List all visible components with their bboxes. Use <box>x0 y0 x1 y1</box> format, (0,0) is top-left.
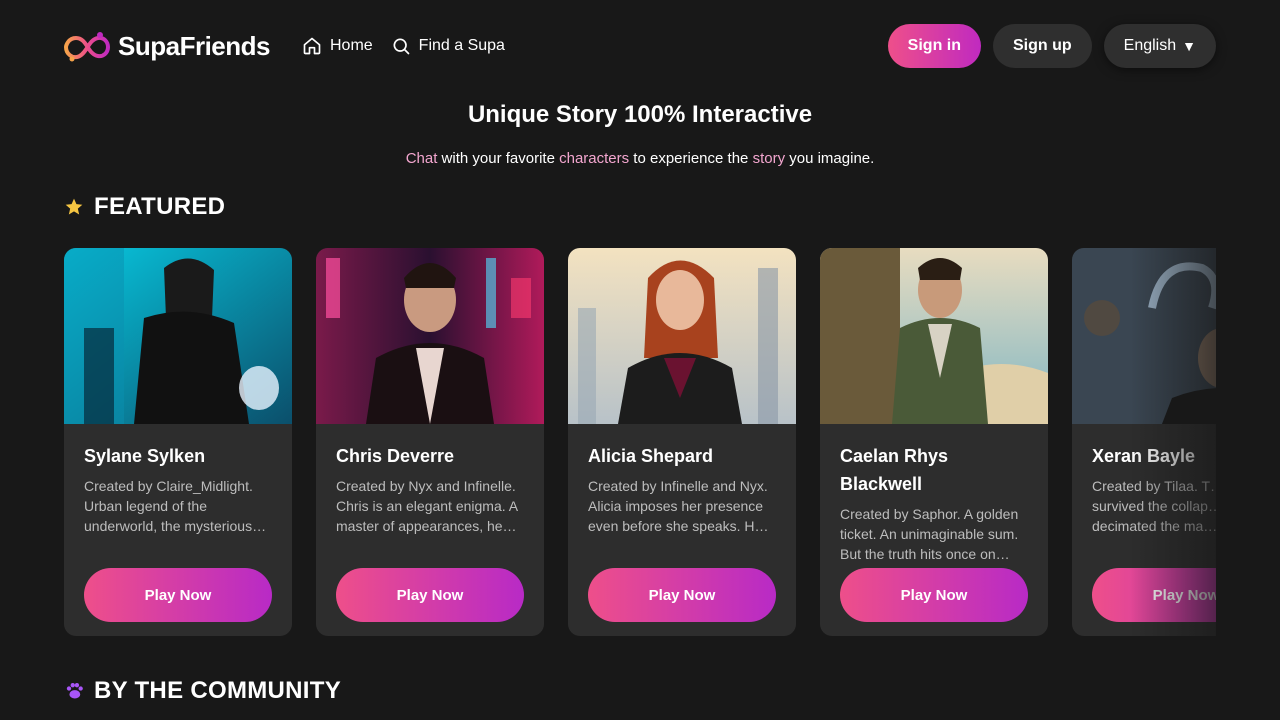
star-icon <box>65 198 83 215</box>
play-now-button[interactable]: Play Now <box>840 568 1028 622</box>
character-image <box>64 248 292 424</box>
language-label: English <box>1123 37 1177 54</box>
hero-text-3: you imagine. <box>785 150 875 167</box>
character-card[interactable]: Xeran Bayle Created by Tilaa. T… survive… <box>1072 248 1216 636</box>
character-name: Sylane Sylken <box>84 446 206 466</box>
search-icon <box>393 38 410 55</box>
hero-text-2: to experience the <box>629 150 753 167</box>
home-icon <box>303 37 321 55</box>
hero-word-story: story <box>752 150 786 167</box>
sign-in-button[interactable]: Sign in <box>887 24 981 68</box>
nav-find-supa[interactable]: Find a Supa <box>391 36 505 56</box>
infinity-logo-icon <box>64 32 110 62</box>
character-description: Created by Saphor. A golden ticket. An u… <box>840 506 1019 562</box>
hero-word-chat: Chat <box>405 150 438 167</box>
character-image <box>568 248 796 424</box>
hero-title: Unique Story 100% Interactive <box>467 101 813 128</box>
hero-text-1: with your favorite <box>437 150 560 167</box>
character-name: Caelan Rhys Blackwell <box>840 446 949 494</box>
community-title-text: BY THE COMMUNITY <box>94 677 342 704</box>
logo-text: SupaFriends <box>118 30 270 61</box>
character-image <box>1072 248 1216 424</box>
community-section-title: BY THE COMMUNITY <box>64 677 341 705</box>
character-description: Created by Claire_Midlight. Urban legend… <box>84 478 267 534</box>
nav-home[interactable]: Home <box>302 36 373 56</box>
header-actions: Sign in Sign up English ▼ <box>887 24 1216 68</box>
hero-subtitle: Chat with your favorite characters to ex… <box>0 150 1280 167</box>
character-name: Chris Deverre <box>336 446 455 466</box>
featured-section-title: FEATURED <box>64 193 225 221</box>
play-now-button[interactable]: Play Now <box>336 568 524 622</box>
character-card[interactable]: Chris Deverre Created by Nyx and Infinel… <box>316 248 544 636</box>
sign-up-button[interactable]: Sign up <box>993 24 1092 68</box>
character-card[interactable]: Caelan Rhys Blackwell Created by Saphor.… <box>820 248 1048 636</box>
play-now-button[interactable]: Play Now <box>588 568 776 622</box>
play-now-button[interactable]: Play Now <box>1092 568 1216 622</box>
character-image <box>316 248 544 424</box>
character-card[interactable]: Sylane Sylken Created by Claire_Midlight… <box>64 248 292 636</box>
character-name: Xeran Bayle <box>1092 446 1196 466</box>
play-now-button[interactable]: Play Now <box>84 568 272 622</box>
chevron-down-icon: ▼ <box>1182 38 1196 54</box>
hero-word-characters: characters <box>559 150 630 167</box>
character-description: Created by Nyx and Infinelle. Chris is a… <box>336 478 518 534</box>
header: SupaFriends Home Find a Supa Sign in Sig… <box>64 24 1216 68</box>
nav-find-supa-label: Find a Supa <box>418 37 505 54</box>
logo[interactable]: SupaFriends <box>64 29 270 63</box>
nav-home-label: Home <box>329 37 373 54</box>
character-image <box>820 248 1048 424</box>
featured-title-text: FEATURED <box>94 193 226 220</box>
featured-carousel[interactable]: Sylane Sylken Created by Claire_Midlight… <box>64 248 1216 636</box>
paw-icon <box>66 683 83 699</box>
character-name: Alicia Shepard <box>588 446 714 466</box>
language-select[interactable]: English ▼ <box>1103 24 1216 68</box>
character-description: Created by Tilaa. T… survived the collap… <box>1092 478 1216 534</box>
page: SupaFriends Home Find a Supa Sign in Sig… <box>0 0 1280 720</box>
character-card[interactable]: Alicia Shepard Created by Infinelle and … <box>568 248 796 636</box>
character-description: Created by Infinelle and Nyx. Alicia imp… <box>588 478 769 534</box>
